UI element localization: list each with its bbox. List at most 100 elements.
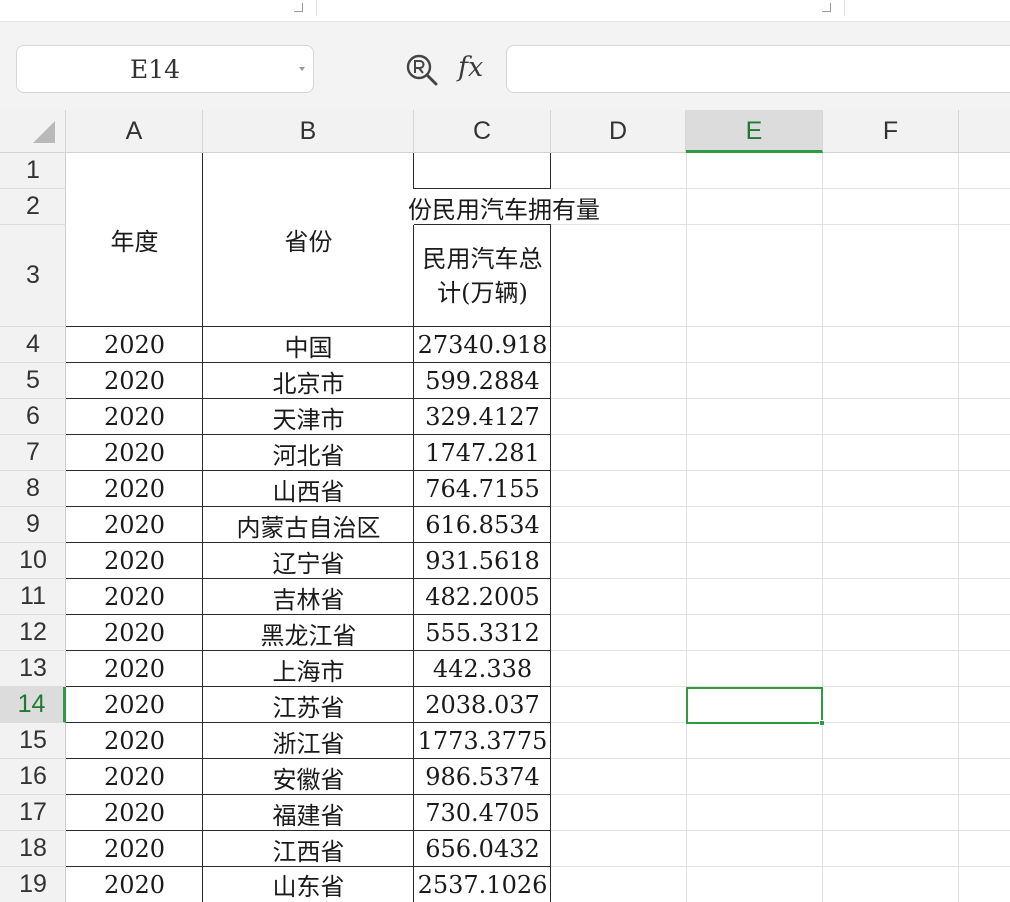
column-header-b[interactable]: B [203,110,414,153]
cell-province[interactable]: 吉林省 [204,579,413,615]
cell-province[interactable]: 山东省 [204,867,413,902]
cell-border [414,224,551,225]
row-header[interactable]: 3 [0,225,66,327]
column-header-g[interactable] [959,110,1010,153]
cell-province[interactable]: 福建省 [204,795,413,831]
cell-cars[interactable]: 931.5618 [415,543,550,579]
function-icon[interactable]: fx [458,50,498,86]
cell-cars[interactable]: 1747.281 [415,435,550,471]
cell-province[interactable]: 河北省 [204,435,413,471]
row-header[interactable]: 2 [0,189,66,225]
row-header[interactable]: 18 [0,831,66,867]
row-header[interactable]: 8 [0,471,66,507]
cell-cars[interactable]: 599.2884 [415,363,550,399]
cell-year[interactable]: 2020 [67,651,202,687]
row-header[interactable]: 16 [0,759,66,795]
cell-year[interactable]: 2020 [67,435,202,471]
cell-cars[interactable]: 730.4705 [415,795,550,831]
cell-cars[interactable]: 656.0432 [415,831,550,867]
column-header-d[interactable]: D [551,110,686,153]
gridline [551,188,1010,189]
cell-cars[interactable]: 27340.918 [415,327,550,363]
cell-cars[interactable]: 555.3312 [415,615,550,651]
cell-province[interactable]: 内蒙古自治区 [204,507,413,543]
cell-cars[interactable]: 986.5374 [415,759,550,795]
cell-cars[interactable]: 1773.3775 [415,723,550,759]
column-header-c[interactable]: C [414,110,551,153]
cell-province[interactable]: 北京市 [204,363,413,399]
cell-b1-province-header[interactable]: 省份 [204,153,413,326]
formula-input[interactable] [506,45,1010,93]
cell-year[interactable]: 2020 [67,723,202,759]
cell-year[interactable]: 2020 [67,399,202,435]
cell-cars[interactable]: 329.4127 [415,399,550,435]
active-cell-e14[interactable] [686,687,823,724]
row-header[interactable]: 5 [0,363,66,399]
cell-year[interactable]: 2020 [67,615,202,651]
cell-a1-year-header[interactable]: 年度 [67,153,202,326]
dialog-launcher-icon[interactable] [294,3,303,12]
row-header[interactable]: 19 [0,867,66,902]
gridline [551,434,1010,435]
row-header[interactable]: 6 [0,399,66,435]
cell-province[interactable]: 辽宁省 [204,543,413,579]
row-header[interactable]: 11 [0,579,66,615]
gridline [551,542,1010,543]
cell-c3-cars-header[interactable]: 民用汽车总计(万辆) [420,226,545,326]
cell-c2-title[interactable]: 份民用汽车拥有量 [408,189,600,225]
cell-province[interactable]: 上海市 [204,651,413,687]
cell-year[interactable]: 2020 [67,507,202,543]
ribbon-separator [316,0,317,16]
title-text: 份民用汽车拥有量 [408,195,600,224]
row-header[interactable]: 10 [0,543,66,579]
cell-year[interactable]: 2020 [67,363,202,399]
cell-province[interactable]: 江苏省 [204,687,413,723]
cell-year[interactable]: 2020 [67,795,202,831]
cell-province[interactable]: 黑龙江省 [204,615,413,651]
fill-handle[interactable] [819,720,825,726]
cell-province[interactable]: 中国 [204,327,413,363]
cell-province[interactable]: 天津市 [204,399,413,435]
cell-province[interactable]: 山西省 [204,471,413,507]
cell-year[interactable]: 2020 [67,687,202,723]
row-header[interactable]: 14 [0,687,66,723]
row-header[interactable]: 13 [0,651,66,687]
column-header-a[interactable]: A [66,110,203,153]
cell-year[interactable]: 2020 [67,471,202,507]
row-header[interactable]: 9 [0,507,66,543]
cell-cars[interactable]: 2537.1026 [415,867,550,902]
cell-year[interactable]: 2020 [67,579,202,615]
row-header[interactable]: 1 [0,153,66,189]
cell-year[interactable]: 2020 [67,867,202,902]
cell-border [414,188,551,189]
cell-province[interactable]: 安徽省 [204,759,413,795]
row-header[interactable]: 17 [0,795,66,831]
name-box-value: E14 [129,55,181,84]
cell-border [66,362,551,363]
cell-province[interactable]: 浙江省 [204,723,413,759]
cell-year[interactable]: 2020 [67,759,202,795]
cell-cars[interactable]: 616.8534 [415,507,550,543]
row-header[interactable]: 4 [0,327,66,363]
gridline [551,326,1010,327]
column-header-f[interactable]: F [823,110,959,153]
gridline [551,506,1010,507]
cell-year[interactable]: 2020 [67,327,202,363]
row-header[interactable]: 7 [0,435,66,471]
chevron-down-icon[interactable] [299,67,305,71]
cell-cars[interactable]: 764.7155 [415,471,550,507]
name-box[interactable]: E14 [16,45,314,93]
cell-cars[interactable]: 2038.037 [415,687,550,723]
cell-year[interactable]: 2020 [67,831,202,867]
row-header[interactable]: 15 [0,723,66,759]
cell-cars[interactable]: 442.338 [415,651,550,687]
cell-province[interactable]: 江西省 [204,831,413,867]
dialog-launcher-icon[interactable] [822,3,831,12]
zoom-icon[interactable] [404,52,440,88]
gridline [822,153,823,902]
select-all-button[interactable] [0,110,66,153]
cell-cars[interactable]: 482.2005 [415,579,550,615]
column-header-e[interactable]: E [686,110,823,153]
row-header[interactable]: 12 [0,615,66,651]
cell-year[interactable]: 2020 [67,543,202,579]
